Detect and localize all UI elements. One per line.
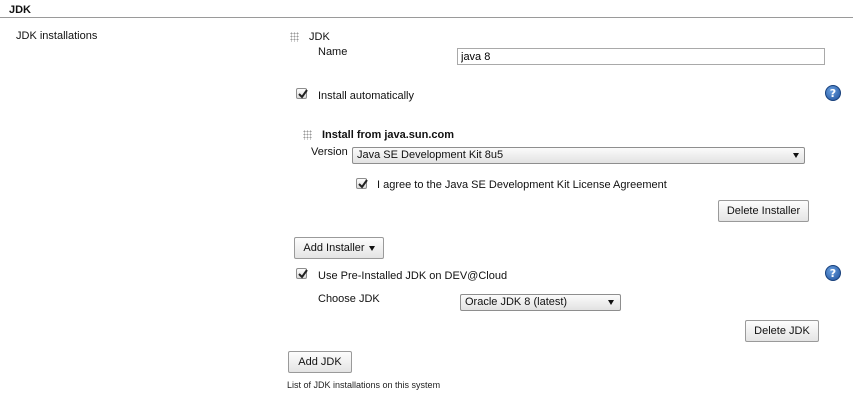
chevron-down-icon bbox=[368, 245, 375, 251]
checkmark-icon bbox=[298, 269, 308, 279]
checkmark-icon bbox=[358, 179, 368, 189]
add-installer-button[interactable]: Add Installer bbox=[294, 237, 384, 259]
use-preinstalled-checkbox[interactable] bbox=[296, 268, 308, 279]
jdk-name-input[interactable] bbox=[457, 48, 825, 65]
jdk-installations-label: JDK installations bbox=[16, 30, 98, 42]
installer-header: Install from java.sun.com bbox=[322, 129, 455, 141]
dropdown-arrow-icon bbox=[793, 153, 799, 158]
drag-handle-icon[interactable] bbox=[290, 32, 299, 42]
name-label: Name bbox=[318, 46, 348, 58]
install-automatically-checkbox[interactable] bbox=[296, 88, 308, 99]
version-select[interactable]: Java SE Development Kit 8u5 bbox=[352, 147, 805, 164]
version-select-value: Java SE Development Kit 8u5 bbox=[357, 149, 504, 161]
version-label: Version bbox=[311, 146, 348, 158]
delete-jdk-button[interactable]: Delete JDK bbox=[745, 320, 819, 342]
delete-installer-button[interactable]: Delete Installer bbox=[718, 200, 809, 222]
use-preinstalled-label: Use Pre-Installed JDK on DEV@Cloud bbox=[318, 270, 508, 282]
add-installer-label: Add Installer bbox=[303, 242, 365, 254]
choose-jdk-label: Choose JDK bbox=[318, 293, 380, 305]
add-jdk-button[interactable]: Add JDK bbox=[288, 351, 352, 373]
checkmark-icon bbox=[298, 89, 308, 99]
installations-description: List of JDK installations on this system bbox=[287, 380, 441, 390]
dropdown-arrow-icon bbox=[608, 300, 614, 305]
section-title: JDK bbox=[9, 4, 32, 16]
help-icon[interactable]: ? bbox=[825, 265, 841, 281]
help-icon[interactable]: ? bbox=[825, 85, 841, 101]
choose-jdk-select[interactable]: Oracle JDK 8 (latest) bbox=[460, 294, 621, 311]
section-divider bbox=[0, 17, 853, 18]
installer-drag-handle-icon[interactable] bbox=[303, 130, 312, 140]
license-agree-checkbox[interactable] bbox=[356, 178, 368, 189]
license-agree-label: I agree to the Java SE Development Kit L… bbox=[377, 179, 667, 191]
jdk-block-header: JDK bbox=[309, 31, 330, 43]
install-automatically-label: Install automatically bbox=[318, 90, 414, 102]
choose-jdk-select-value: Oracle JDK 8 (latest) bbox=[465, 296, 568, 308]
